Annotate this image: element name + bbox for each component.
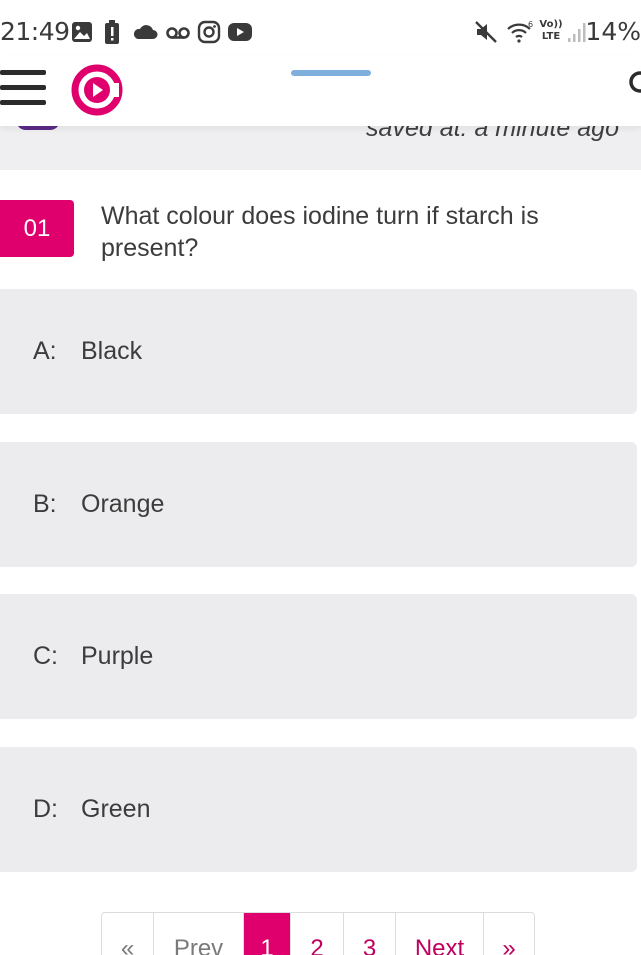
first-page-button[interactable]: « bbox=[102, 913, 154, 955]
logo-icon[interactable] bbox=[70, 63, 124, 117]
page-1-button[interactable]: 1 bbox=[244, 913, 291, 955]
answer-text: Green bbox=[81, 795, 151, 823]
answer-text: Black bbox=[81, 337, 143, 365]
answer-option-c[interactable]: C: Purple bbox=[0, 594, 637, 719]
answer-option-d[interactable]: D: Green bbox=[0, 747, 637, 872]
voicemail-icon bbox=[166, 27, 190, 39]
page-3-button[interactable]: 3 bbox=[344, 913, 396, 955]
answer-option-b[interactable]: B: Orange bbox=[0, 442, 637, 567]
battery-percent: 14% bbox=[585, 17, 641, 46]
drag-handle[interactable] bbox=[291, 70, 371, 76]
cloud-icon bbox=[133, 25, 158, 39]
pagination: « Prev 1 2 3 Next » bbox=[101, 912, 535, 955]
question-text: What colour does iodine turn if starch i… bbox=[101, 202, 539, 262]
volte-icon: Vo)) LTE bbox=[539, 19, 563, 42]
answer-letter: A: bbox=[33, 337, 57, 365]
app-header bbox=[0, 56, 641, 126]
mute-icon bbox=[475, 21, 497, 43]
answer-letter: D: bbox=[33, 795, 58, 823]
answer-option-a[interactable]: A: Black bbox=[0, 289, 637, 414]
page-2-button[interactable]: 2 bbox=[291, 913, 344, 955]
menu-icon[interactable] bbox=[0, 70, 46, 110]
instagram-icon bbox=[197, 20, 221, 44]
prev-page-button[interactable]: Prev bbox=[154, 913, 244, 955]
question-number-badge: 01 bbox=[0, 200, 74, 257]
svg-text:6: 6 bbox=[528, 20, 533, 29]
status-time: 21:49 bbox=[0, 17, 70, 46]
answer-text: Purple bbox=[81, 642, 154, 670]
search-icon[interactable] bbox=[626, 68, 641, 98]
answer-letter: C: bbox=[33, 642, 58, 670]
youtube-icon bbox=[228, 23, 252, 41]
last-page-button[interactable]: » bbox=[484, 913, 534, 955]
next-page-button[interactable]: Next bbox=[396, 913, 484, 955]
answer-letter: B: bbox=[33, 490, 57, 518]
answer-text: Orange bbox=[81, 490, 165, 518]
status-bar: 21:49 6 Vo)) LTE 14% bbox=[0, 0, 641, 62]
image-icon bbox=[72, 22, 92, 42]
wifi-icon: 6 bbox=[507, 20, 533, 43]
battery-alert-icon bbox=[105, 20, 119, 44]
